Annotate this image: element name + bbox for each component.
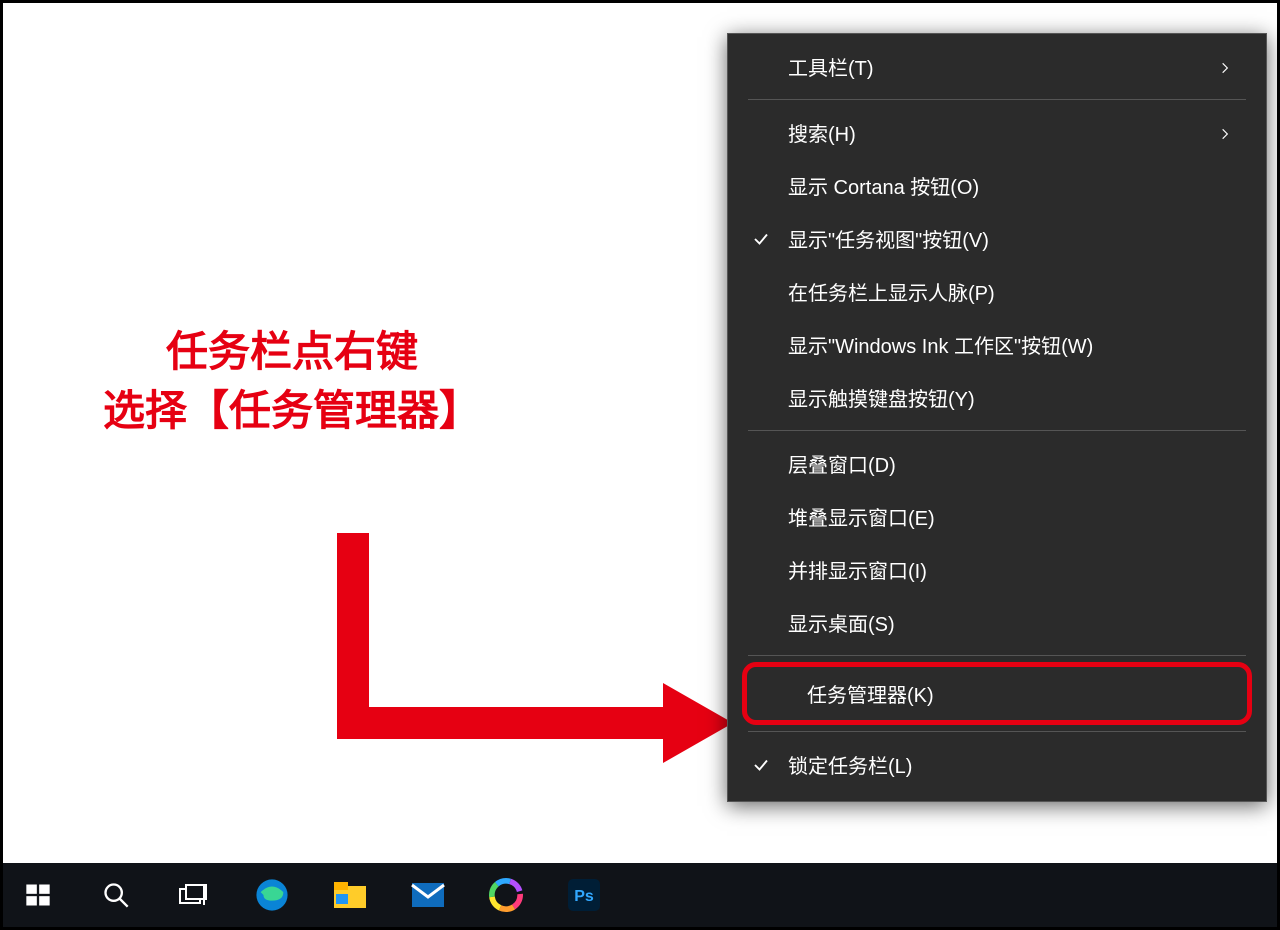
task-view-icon (178, 881, 210, 909)
menu-item-label: 显示桌面(S) (788, 608, 1236, 637)
mail-button[interactable] (403, 870, 453, 920)
check-icon (750, 334, 772, 356)
search-button[interactable] (91, 870, 141, 920)
edge-icon (255, 878, 289, 912)
menu-item-task-manager[interactable]: 任务管理器(K) (747, 671, 1247, 716)
menu-item-show-desktop[interactable]: 显示桌面(S) (728, 596, 1266, 649)
task-view-button[interactable] (169, 870, 219, 920)
color-app-button[interactable] (481, 870, 531, 920)
instruction-line2: 选择【任务管理器】 (103, 387, 481, 434)
file-explorer-icon (332, 880, 368, 910)
check-icon (750, 175, 772, 197)
menu-item-label: 堆叠显示窗口(E) (788, 502, 1236, 531)
check-icon (750, 754, 772, 776)
photoshop-button[interactable]: Ps (559, 870, 609, 920)
check-icon (750, 506, 772, 528)
menu-item-toolbars[interactable]: 工具栏(T) (728, 40, 1266, 93)
menu-item-label: 层叠窗口(D) (788, 449, 1236, 478)
chevron-right-icon (1218, 124, 1236, 142)
menu-item-label: 锁定任务栏(L) (788, 750, 1236, 779)
menu-item-label: 工具栏(T) (788, 52, 1218, 81)
check-icon (750, 559, 772, 581)
instruction-line1: 任务栏点右键 (166, 328, 418, 375)
menu-separator (748, 99, 1246, 100)
menu-item-cascade[interactable]: 层叠窗口(D) (728, 437, 1266, 490)
check-icon (750, 122, 772, 144)
menu-item-search[interactable]: 搜索(H) (728, 106, 1266, 159)
check-icon (750, 228, 772, 250)
check-icon (769, 683, 791, 705)
check-icon (750, 56, 772, 78)
desktop-area: 任务栏点右键 选择【任务管理器】 工具栏(T) 搜索(H) (3, 3, 1277, 863)
check-icon (750, 612, 772, 634)
search-icon (102, 881, 130, 909)
menu-separator (748, 430, 1246, 431)
menu-item-people[interactable]: 在任务栏上显示人脉(P) (728, 265, 1266, 318)
red-arrow (333, 533, 733, 783)
check-icon (750, 453, 772, 475)
menu-separator (748, 655, 1246, 656)
start-button[interactable] (13, 870, 63, 920)
file-explorer-button[interactable] (325, 870, 375, 920)
instruction-text: 任务栏点右键 选择【任务管理器】 (103, 323, 481, 441)
menu-item-label: 任务管理器(K) (807, 679, 1217, 708)
menu-item-label: 显示 Cortana 按钮(O) (788, 171, 1236, 200)
edge-button[interactable] (247, 870, 297, 920)
highlight-box: 任务管理器(K) (742, 662, 1252, 725)
mail-icon (410, 881, 446, 909)
svg-text:Ps: Ps (574, 888, 594, 905)
menu-item-label: 显示"Windows Ink 工作区"按钮(W) (788, 330, 1236, 359)
menu-item-stack[interactable]: 堆叠显示窗口(E) (728, 490, 1266, 543)
menu-item-windows-ink[interactable]: 显示"Windows Ink 工作区"按钮(W) (728, 318, 1266, 371)
menu-item-label: 在任务栏上显示人脉(P) (788, 277, 1236, 306)
color-wheel-icon (489, 878, 523, 912)
menu-item-label: 并排显示窗口(I) (788, 555, 1236, 584)
menu-item-lock-taskbar[interactable]: 锁定任务栏(L) (728, 738, 1266, 791)
photoshop-icon: Ps (567, 878, 601, 912)
menu-item-task-view[interactable]: 显示"任务视图"按钮(V) (728, 212, 1266, 265)
menu-separator (748, 731, 1246, 732)
menu-item-side-by-side[interactable]: 并排显示窗口(I) (728, 543, 1266, 596)
taskbar[interactable]: Ps (3, 863, 1277, 927)
menu-item-touch-keyboard[interactable]: 显示触摸键盘按钮(Y) (728, 371, 1266, 424)
chevron-right-icon (1218, 58, 1236, 76)
menu-item-label: 显示"任务视图"按钮(V) (788, 224, 1236, 253)
menu-item-cortana[interactable]: 显示 Cortana 按钮(O) (728, 159, 1266, 212)
taskbar-context-menu: 工具栏(T) 搜索(H) 显示 Cortana 按钮(O) 显示"任务视图"按钮… (727, 33, 1267, 802)
check-icon (750, 387, 772, 409)
check-icon (750, 281, 772, 303)
menu-item-label: 搜索(H) (788, 118, 1218, 147)
windows-logo-icon (24, 881, 52, 909)
menu-item-label: 显示触摸键盘按钮(Y) (788, 383, 1236, 412)
